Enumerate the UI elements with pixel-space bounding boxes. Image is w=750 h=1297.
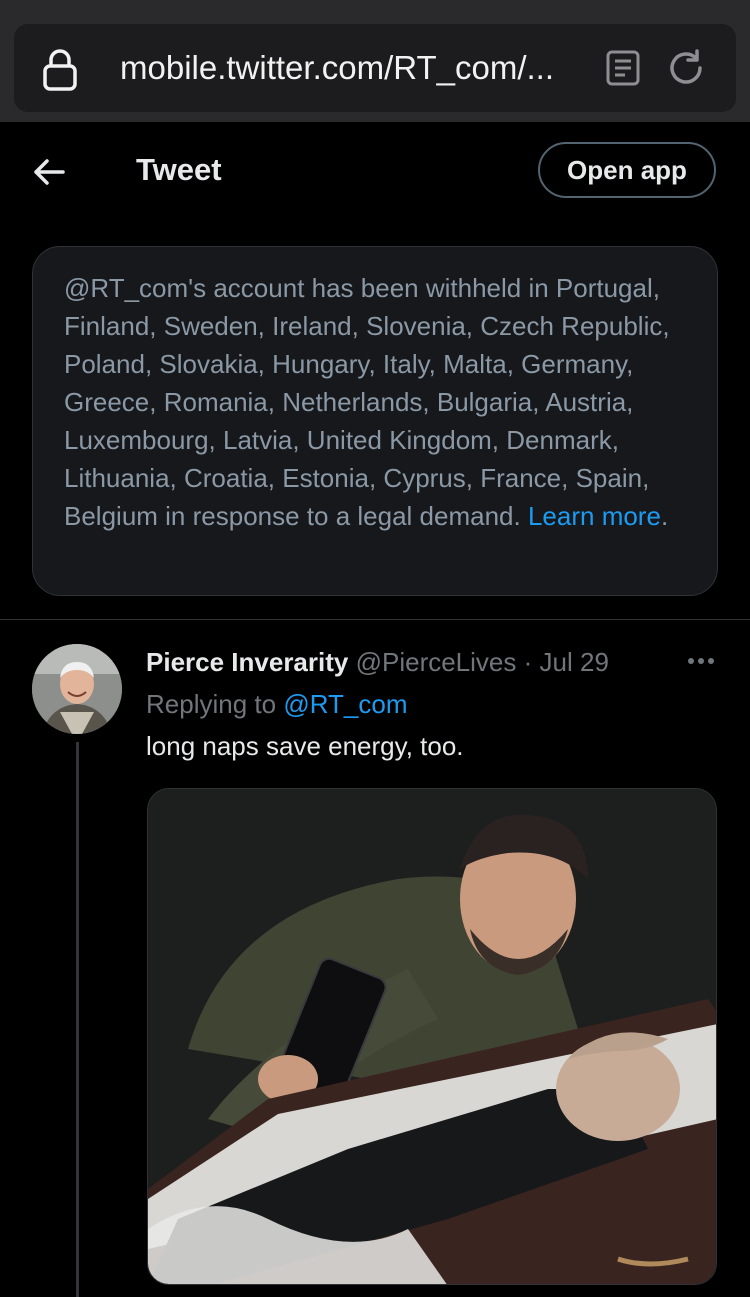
more-options-icon[interactable] (686, 654, 716, 668)
browser-toolbar: mobile.twitter.com/RT_com/... (0, 0, 750, 122)
url-text[interactable]: mobile.twitter.com/RT_com/... (120, 48, 580, 88)
avatar[interactable] (32, 644, 122, 734)
learn-more-link[interactable]: Learn more (528, 501, 661, 531)
thread-line (76, 742, 79, 1297)
page-title: Tweet (136, 152, 222, 187)
withheld-notice-trailing: . (660, 501, 669, 531)
lock-icon (43, 49, 77, 91)
header-separator: · (523, 647, 533, 677)
replying-to: Replying to @RT_com (146, 688, 407, 720)
author-handle[interactable]: @PierceLives (356, 647, 517, 677)
page-header: Tweet Open app (0, 122, 750, 220)
divider (0, 619, 750, 620)
reader-icon[interactable] (606, 50, 640, 86)
author-name[interactable]: Pierce Inverarity (146, 647, 348, 677)
open-app-button[interactable]: Open app (538, 142, 716, 198)
withheld-notice: @RT_com's account has been withheld in P… (32, 246, 718, 596)
tweet-header: Pierce Inverarity @PierceLives · Jul 29 (146, 646, 609, 678)
back-arrow-icon[interactable] (32, 158, 66, 186)
tweet-text: long naps save energy, too. (146, 731, 464, 761)
replying-to-handle[interactable]: @RT_com (283, 689, 407, 719)
reload-icon[interactable] (666, 48, 706, 88)
tweet-image[interactable] (147, 788, 717, 1285)
replying-to-label: Replying to (146, 689, 277, 719)
withheld-notice-text: @RT_com's account has been withheld in P… (64, 273, 670, 531)
address-bar[interactable]: mobile.twitter.com/RT_com/... (14, 24, 736, 112)
tweet-date[interactable]: Jul 29 (540, 647, 609, 677)
